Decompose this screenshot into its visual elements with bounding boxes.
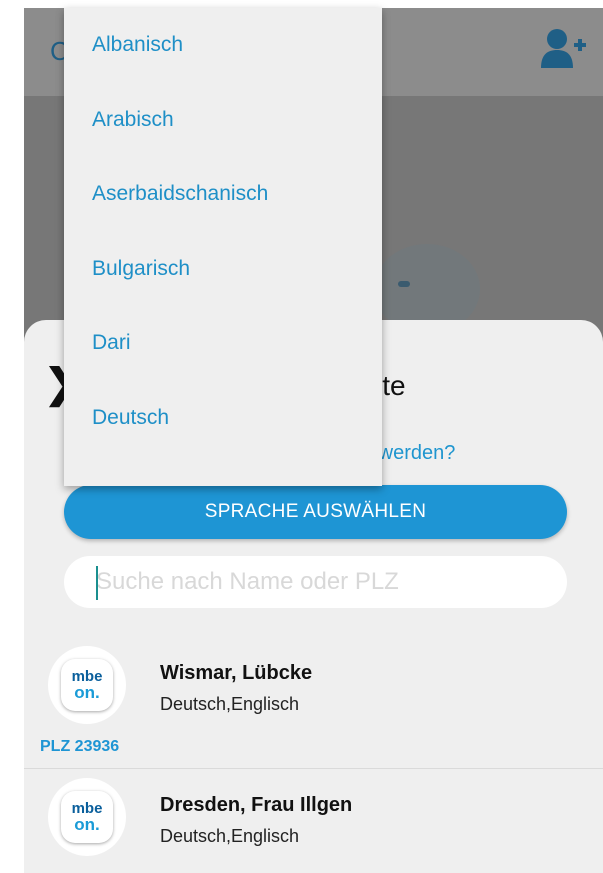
logo-text-top: mbe (71, 800, 103, 817)
dropdown-item-deutsch[interactable]: Deutsch (64, 381, 382, 456)
dropdown-item-albanisch[interactable]: Albanisch (64, 8, 382, 83)
item-languages: Deutsch,Englisch (160, 694, 300, 714)
background-illustration-dot (398, 281, 410, 287)
add-user-icon[interactable] (541, 28, 587, 70)
dropdown-item-dari[interactable]: Dari (64, 306, 382, 381)
item-name: Dresden, Frau Illgen (160, 794, 353, 816)
list-item[interactable]: mbe on. Wismar, Lübcke Deutsch,Englisch … (24, 642, 603, 769)
logo-text-bottom: on. (74, 683, 100, 702)
mbeon-logo-badge: mbe on. (61, 791, 113, 843)
list-item[interactable]: mbe on. Dresden, Frau Illgen Deutsch,Eng… (24, 774, 603, 873)
mbeon-logo-badge: mbe on. (61, 659, 113, 711)
search-input[interactable] (96, 565, 536, 599)
select-language-button[interactable]: SPRACHE AUSWÄHLEN (64, 485, 567, 539)
mbeon-logo: mbe on. (48, 646, 126, 724)
dropdown-item-arabisch[interactable]: Arabisch (64, 83, 382, 158)
item-postcode: PLZ 23936 (40, 738, 120, 755)
language-dropdown-menu: Albanisch Arabisch Aserbaidschanisch Bul… (64, 8, 382, 486)
dropdown-item-bulgarisch[interactable]: Bulgarisch (64, 232, 382, 307)
mbeon-logo: mbe on. (48, 778, 126, 856)
search-box[interactable] (64, 556, 567, 608)
logo-text-top: mbe (71, 668, 103, 685)
dropdown-item-aserbaidschanisch[interactable]: Aserbaidschanisch (64, 157, 382, 232)
text-cursor (96, 566, 98, 600)
item-name: Wismar, Lübcke (160, 662, 313, 684)
item-languages: Deutsch,Englisch (160, 826, 300, 846)
logo-text-bottom: on. (74, 815, 100, 834)
select-language-button-label: SPRACHE AUSWÄHLEN (204, 501, 427, 522)
